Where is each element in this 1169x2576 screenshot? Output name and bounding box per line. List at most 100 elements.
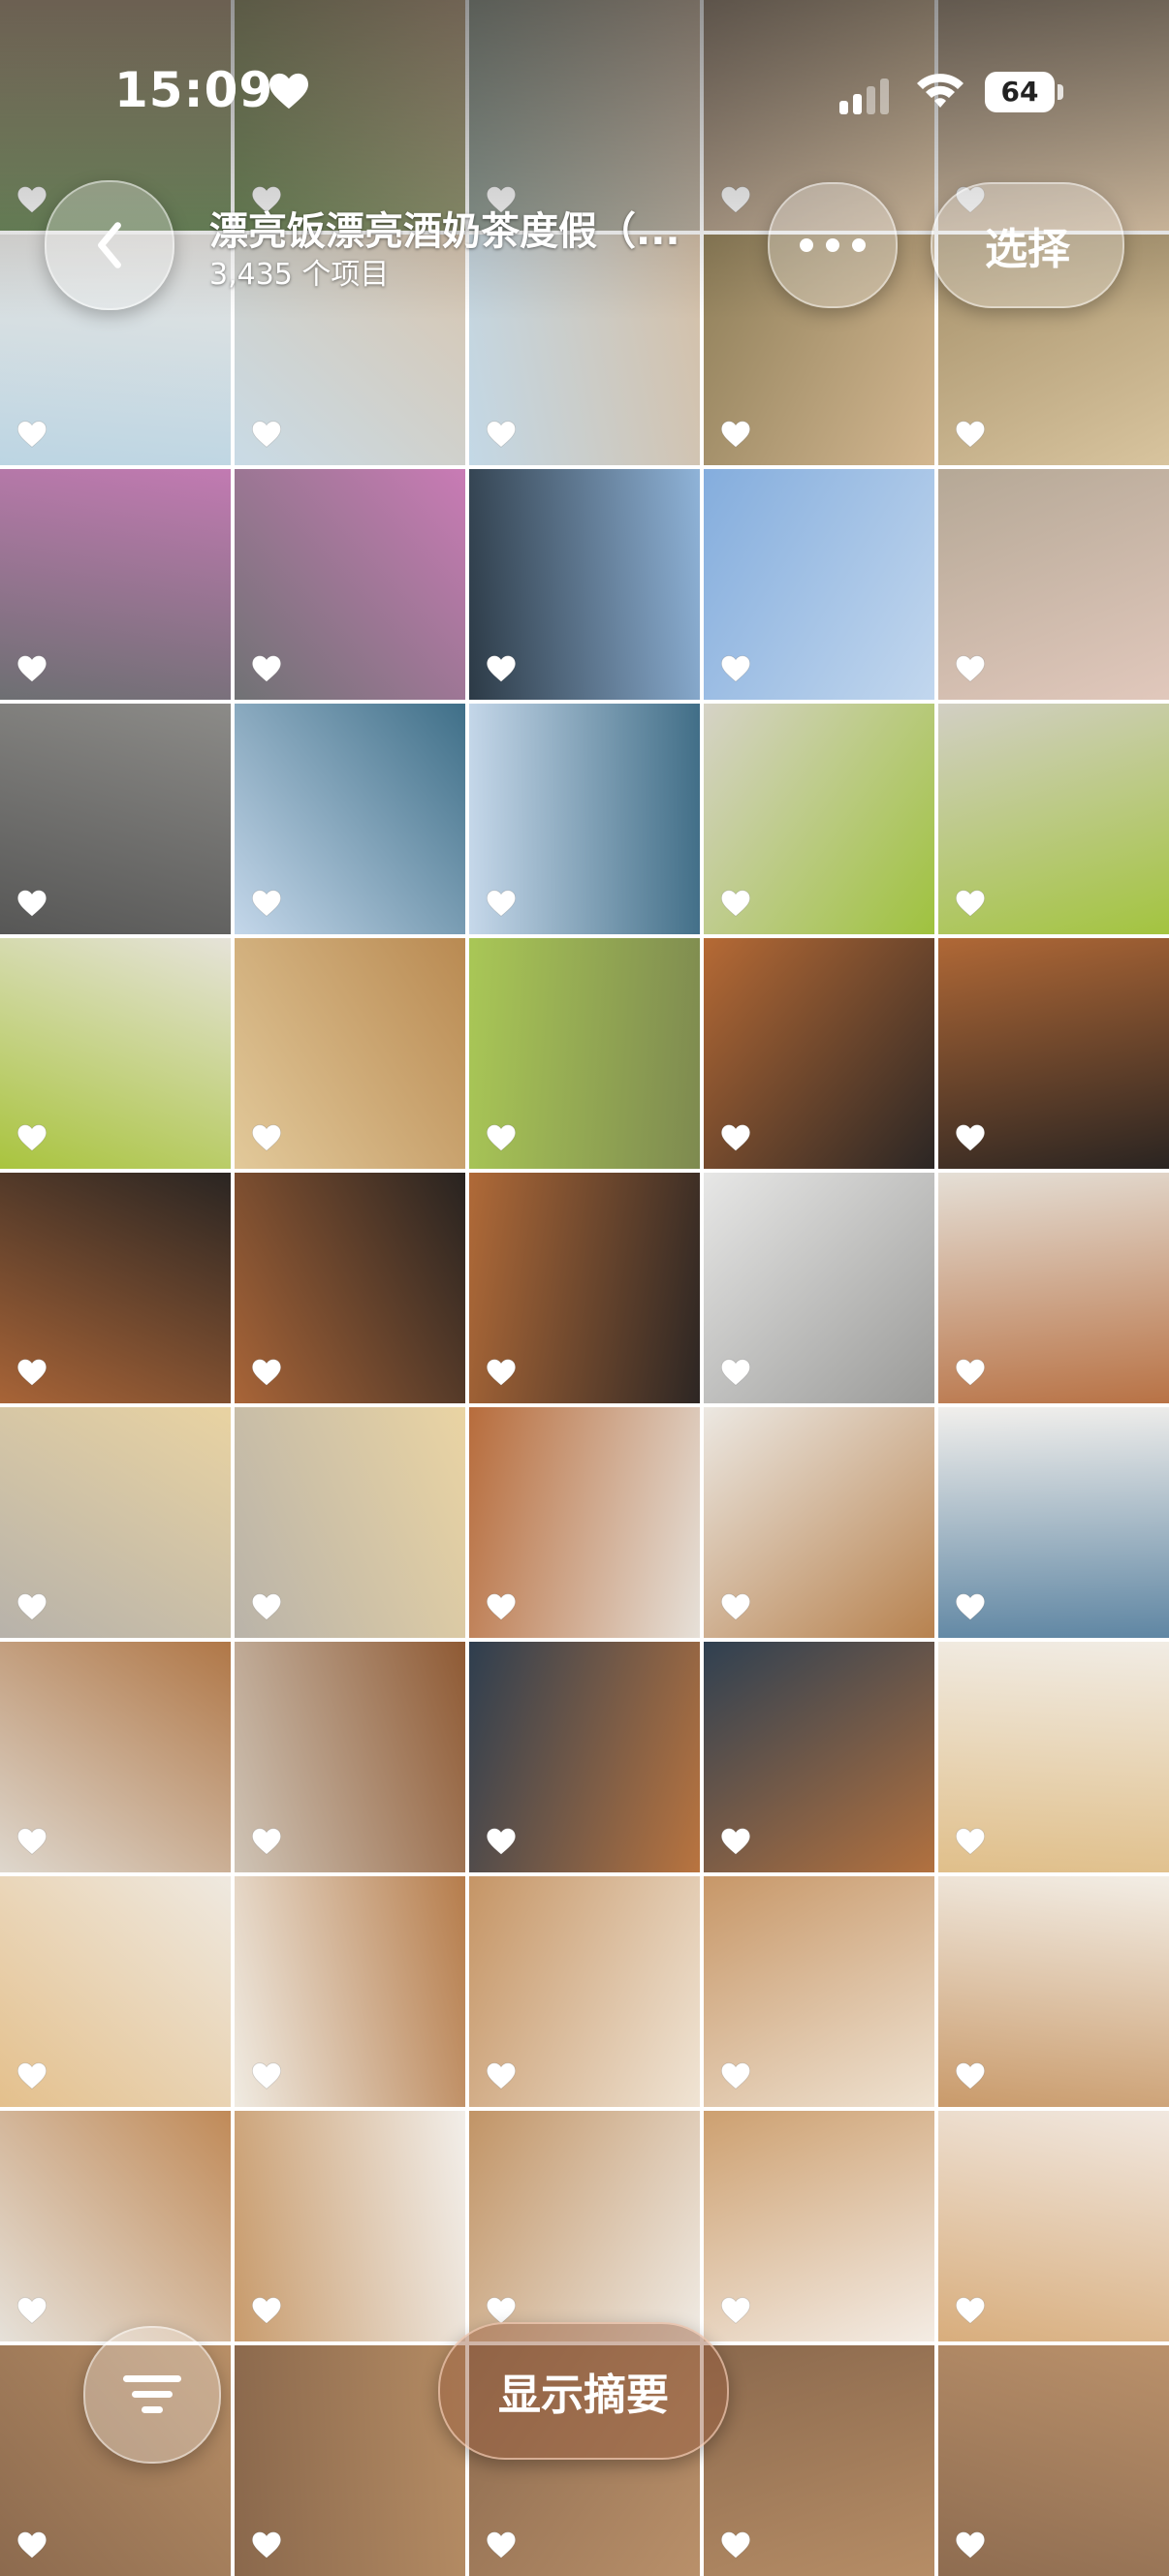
photo-thumbnail[interactable] [469,1173,700,1403]
favorite-heart-icon[interactable] [720,2529,751,2560]
favorite-heart-icon[interactable] [251,653,282,684]
favorite-heart-icon[interactable] [251,1122,282,1153]
wifi-icon [915,68,965,112]
favorite-heart-icon[interactable] [720,888,751,919]
favorite-heart-icon[interactable] [486,653,517,684]
photo-thumbnail[interactable] [0,2111,231,2341]
favorite-heart-icon[interactable] [251,419,282,450]
favorite-heart-icon[interactable] [720,1826,751,1857]
favorite-heart-icon[interactable] [720,1357,751,1388]
back-button[interactable] [45,180,174,310]
favorite-heart-icon[interactable] [955,2295,986,2326]
photo-thumbnail[interactable] [469,1642,700,1872]
favorite-heart-icon[interactable] [955,2060,986,2091]
favorite-heart-icon[interactable] [251,2295,282,2326]
photo-thumbnail[interactable] [704,469,934,700]
photo-thumbnail[interactable] [0,938,231,1169]
favorite-heart-icon[interactable] [16,1122,47,1153]
favorite-heart-icon[interactable] [486,1357,517,1388]
favorite-heart-icon[interactable] [955,653,986,684]
photo-thumbnail[interactable] [938,1642,1169,1872]
favorite-heart-icon[interactable] [955,419,986,450]
photo-thumbnail[interactable] [0,469,231,700]
battery-icon: 64 [985,72,1064,112]
more-button[interactable] [768,182,898,308]
photo-thumbnail[interactable] [704,1173,934,1403]
photo-thumbnail[interactable] [938,704,1169,934]
favorite-heart-icon[interactable] [955,888,986,919]
favorite-heart-icon[interactable] [486,419,517,450]
favorite-heart-icon[interactable] [16,2060,47,2091]
show-summary-button[interactable]: 显示摘要 [438,2322,729,2460]
favorite-heart-icon[interactable] [720,2295,751,2326]
favorite-heart-icon[interactable] [16,1357,47,1388]
photo-thumbnail[interactable] [938,469,1169,700]
photo-thumbnail[interactable] [938,1876,1169,2107]
favorite-heart-icon[interactable] [16,1826,47,1857]
select-button[interactable]: 选择 [931,182,1124,308]
favorite-heart-icon[interactable] [16,2529,47,2560]
photo-thumbnail[interactable] [0,1407,231,1638]
photo-thumbnail[interactable] [938,2111,1169,2341]
favorite-heart-icon[interactable] [251,2060,282,2091]
favorite-heart-icon[interactable] [486,888,517,919]
favorite-heart-icon[interactable] [720,1122,751,1153]
photo-thumbnail[interactable] [704,2111,934,2341]
photo-thumbnail[interactable] [704,1876,934,2107]
photo-thumbnail[interactable] [704,2345,934,2576]
favorite-heart-icon[interactable] [251,1357,282,1388]
photo-thumbnail[interactable] [0,1173,231,1403]
photo-thumbnail[interactable] [0,704,231,934]
photo-thumbnail[interactable] [938,938,1169,1169]
photo-thumbnail[interactable] [469,2111,700,2341]
favorite-heart-icon[interactable] [16,888,47,919]
photo-thumbnail[interactable] [469,1876,700,2107]
photo-thumbnail[interactable] [704,938,934,1169]
favorite-heart-icon[interactable] [251,888,282,919]
favorite-heart-icon[interactable] [720,653,751,684]
photo-thumbnail[interactable] [704,1407,934,1638]
filter-button[interactable] [83,2326,221,2464]
favorite-heart-icon[interactable] [16,419,47,450]
photo-thumbnail[interactable] [235,704,465,934]
favorite-heart-icon[interactable] [720,419,751,450]
favorite-heart-icon[interactable] [955,1357,986,1388]
photo-thumbnail[interactable] [704,1642,934,1872]
photo-thumbnail[interactable] [235,2111,465,2341]
favorite-heart-icon[interactable] [720,2060,751,2091]
favorite-heart-icon[interactable] [16,653,47,684]
photo-thumbnail[interactable] [235,1876,465,2107]
photo-thumbnail[interactable] [0,1876,231,2107]
favorite-heart-icon[interactable] [251,1591,282,1622]
photo-thumbnail[interactable] [469,938,700,1169]
photo-thumbnail[interactable] [704,704,934,934]
favorite-heart-icon[interactable] [486,2060,517,2091]
favorite-heart-icon[interactable] [486,1591,517,1622]
favorite-heart-icon[interactable] [16,1591,47,1622]
photo-thumbnail[interactable] [938,2345,1169,2576]
photo-thumbnail[interactable] [469,1407,700,1638]
heart-icon [268,72,310,110]
photo-thumbnail[interactable] [469,469,700,700]
favorite-heart-icon[interactable] [486,2529,517,2560]
photo-thumbnail[interactable] [0,1642,231,1872]
favorite-heart-icon[interactable] [955,1122,986,1153]
photo-thumbnail[interactable] [235,1407,465,1638]
photo-thumbnail[interactable] [938,1407,1169,1638]
photo-thumbnail[interactable] [235,1173,465,1403]
photo-thumbnail[interactable] [469,704,700,934]
photo-thumbnail[interactable] [235,2345,465,2576]
favorite-heart-icon[interactable] [251,1826,282,1857]
favorite-heart-icon[interactable] [486,1826,517,1857]
favorite-heart-icon[interactable] [955,2529,986,2560]
photo-thumbnail[interactable] [235,938,465,1169]
photo-thumbnail[interactable] [235,1642,465,1872]
photo-thumbnail[interactable] [235,469,465,700]
favorite-heart-icon[interactable] [16,2295,47,2326]
photo-thumbnail[interactable] [938,1173,1169,1403]
favorite-heart-icon[interactable] [486,1122,517,1153]
favorite-heart-icon[interactable] [955,1591,986,1622]
favorite-heart-icon[interactable] [720,1591,751,1622]
favorite-heart-icon[interactable] [955,1826,986,1857]
favorite-heart-icon[interactable] [251,2529,282,2560]
